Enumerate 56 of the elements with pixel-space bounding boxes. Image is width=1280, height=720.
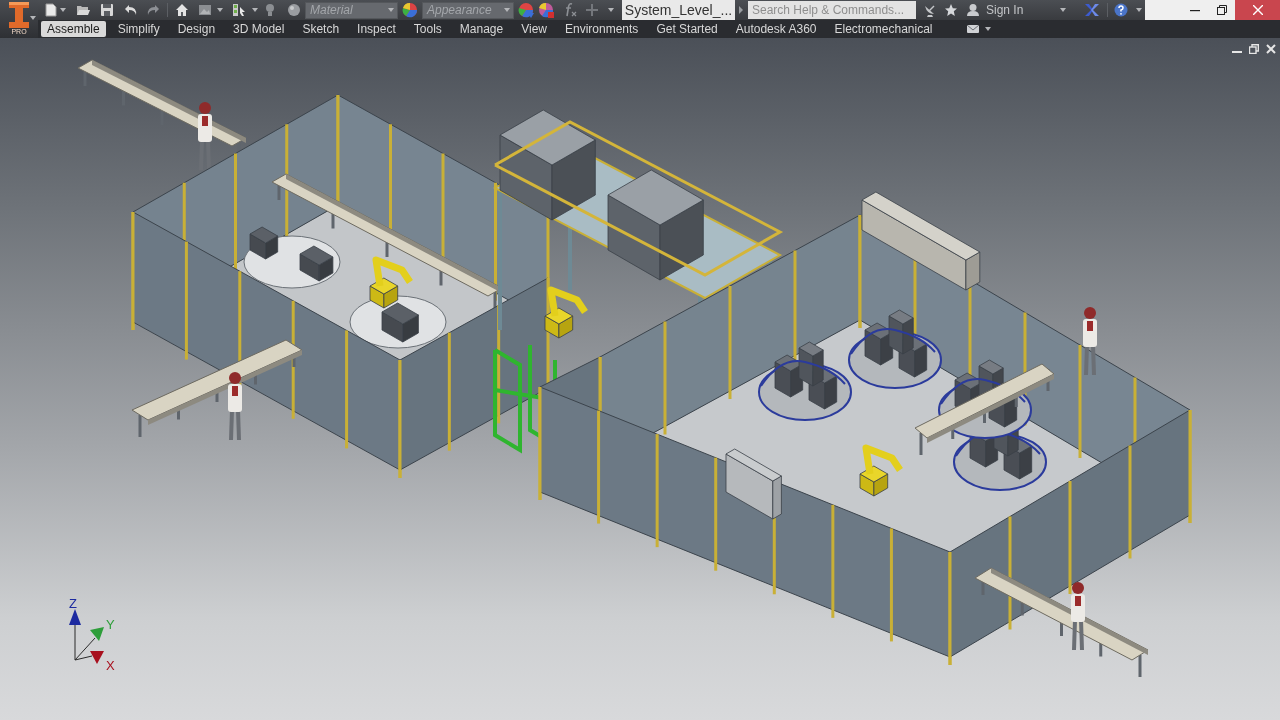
plus-icon[interactable]	[586, 3, 598, 17]
caret-icon[interactable]	[1136, 8, 1142, 12]
caret-icon[interactable]	[984, 27, 991, 31]
close-icon	[1252, 5, 1263, 15]
ribbon-tab[interactable]: Manage	[453, 21, 510, 37]
ribbon-tab[interactable]: Design	[171, 21, 222, 37]
user-icon[interactable]	[966, 3, 980, 17]
caret-icon[interactable]	[608, 8, 614, 12]
restore-icon[interactable]	[1249, 44, 1259, 54]
sphere-icon[interactable]	[287, 3, 301, 17]
ribbon-tab[interactable]: Simplify	[111, 21, 166, 37]
ribbon-tab[interactable]: Tools	[407, 21, 448, 37]
star-icon[interactable]	[944, 3, 958, 17]
caret-icon[interactable]	[60, 8, 66, 12]
material-sphere-icon[interactable]	[518, 2, 534, 18]
restore-icon	[1216, 5, 1227, 15]
undo-icon[interactable]	[124, 3, 138, 17]
caret-icon[interactable]	[252, 8, 258, 12]
satellite-dish-icon[interactable]	[923, 3, 937, 17]
bulb-icon[interactable]	[263, 3, 277, 17]
redo-icon[interactable]	[146, 3, 160, 17]
material-sphere-icon[interactable]	[538, 2, 554, 18]
ribbon-tab[interactable]: Autodesk A360	[729, 21, 823, 37]
material-sphere-icon[interactable]	[402, 2, 418, 18]
ribbon-tab[interactable]: Assemble	[41, 21, 106, 37]
ribbon-tab[interactable]: Get Started	[650, 21, 724, 37]
scroll-arrow-icon[interactable]	[738, 6, 744, 14]
parts-list-icon[interactable]	[232, 3, 246, 17]
axis-label: Y	[106, 617, 115, 632]
ribbon-tab[interactable]: Environments	[559, 21, 645, 37]
save-icon[interactable]	[100, 3, 114, 17]
help-icon[interactable]	[1114, 3, 1128, 17]
ribbon-tab[interactable]: Electromechanical	[828, 21, 939, 37]
function-icon[interactable]	[563, 3, 577, 17]
axis-label: Z	[69, 596, 77, 611]
close-button[interactable]	[1235, 0, 1280, 20]
model-viewport[interactable]: Z Y X	[0, 38, 1280, 720]
ribbon-tab[interactable]: View	[515, 21, 553, 37]
caret-icon[interactable]	[1060, 8, 1066, 12]
axis-label: X	[106, 658, 115, 673]
ribbon-tab[interactable]: 3D Model	[227, 21, 291, 37]
ribbon-tab[interactable]: Sketch	[296, 21, 346, 37]
home-icon[interactable]	[175, 3, 189, 17]
folder-icon[interactable]	[76, 3, 90, 17]
x-logo-icon[interactable]	[1084, 3, 1100, 17]
document-tab[interactable]: System_Level_...	[622, 0, 735, 20]
image-icon[interactable]	[198, 3, 212, 17]
app-logo-icon	[7, 2, 31, 28]
sign-in-button[interactable]: Sign In	[986, 3, 1024, 17]
ribbon-tab[interactable]: Inspect	[351, 21, 402, 37]
caret-icon[interactable]	[217, 8, 223, 12]
caret-icon[interactable]	[30, 16, 36, 20]
close-icon[interactable]	[1266, 44, 1276, 54]
search-field[interactable]: Search Help & Commands...	[748, 1, 916, 19]
envelope-icon[interactable]	[966, 25, 979, 33]
new-document-icon[interactable]	[44, 3, 58, 17]
